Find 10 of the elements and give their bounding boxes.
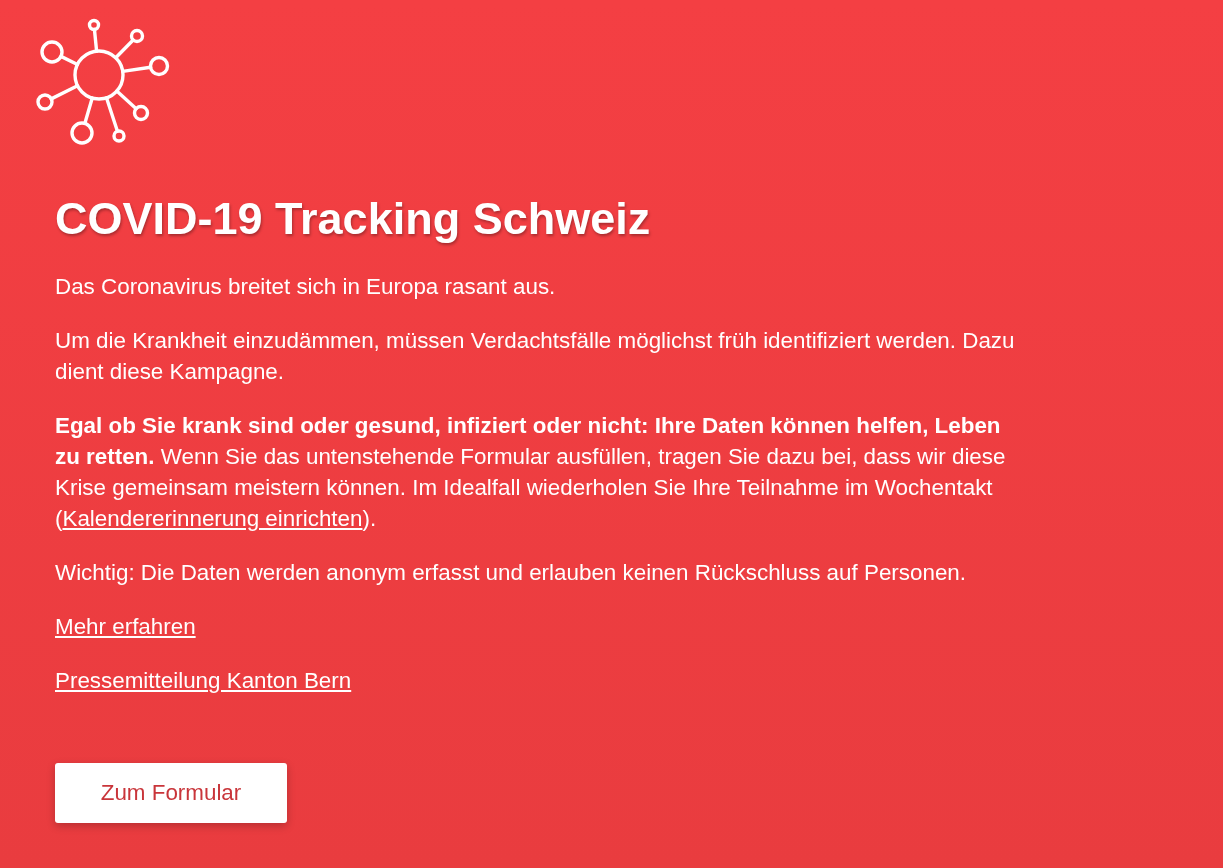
page-title: COVID-19 Tracking Schweiz <box>55 193 651 245</box>
body-paragraph: Um die Krankheit einzudämmen, müssen Verdachtsfälle möglichst früh identifiziert werden. Dazu dient diese Kampagne. <box>55 327 1016 386</box>
body-paragraph: Das Coronavirus breitet sich in Europa rasant aus. <box>55 273 557 301</box>
body-paragraph: Egal ob Sie krank sind oder gesund, infiziert oder nicht: Ihre Daten können helfen, Leben zu retten. Wenn Sie das untenstehende Formular ausfüllen, tragen Sie dazu bei, dass wir diese Krise gemeinsam meistern können. Im Idealfall wiederholen Sie Ihre Teilnahme im Wochentakt (Kalendererinnerung einrichten). <box>55 412 1007 533</box>
text-link[interactable]: Pressemitteilung Kanton Bern <box>55 665 352 696</box>
body-paragraph: Wichtig: Die Daten werden anonym erfasst und erlauben keinen Rückschluss auf Personen. <box>55 559 968 587</box>
virus-icon <box>33 17 171 147</box>
form-button[interactable]: Zum Formular <box>55 763 287 823</box>
text-link[interactable]: Mehr erfahren <box>55 611 196 642</box>
inline-link[interactable]: Kalendererinnerung einrichten <box>62 506 363 531</box>
